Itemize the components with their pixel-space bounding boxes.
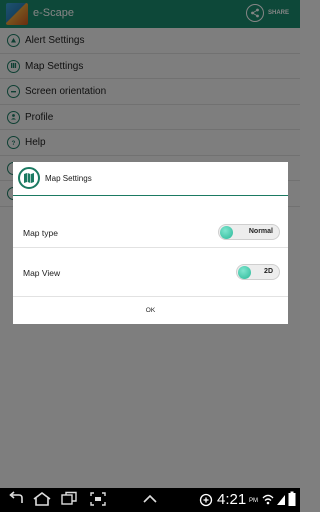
clock-ampm: PM [249,498,258,504]
screenshot-icon[interactable] [89,491,107,512]
battery-icon [288,491,296,512]
dialog-title: Map Settings [45,174,92,183]
map-icon [18,167,40,189]
chevron-up-icon[interactable] [142,491,158,512]
signal-icon [276,492,286,511]
recent-apps-icon[interactable] [60,491,78,512]
toggle-knob [220,226,233,239]
map-view-value: 2D [264,268,273,275]
map-type-value: Normal [248,228,273,235]
map-type-label: Map type [23,228,58,238]
clock-time: 4:21 [217,491,247,508]
home-icon[interactable] [32,491,52,512]
data-saver-icon [199,493,213,512]
map-view-label: Map View [23,268,61,278]
system-navigation-bar: 4:21 PM [0,488,300,512]
dialog-header: Map Settings [13,162,288,196]
map-type-row: Map type Normal [13,214,288,248]
map-settings-dialog: Map Settings Map type Normal Map View 2D… [13,162,288,324]
map-view-toggle[interactable]: 2D [236,264,280,280]
ok-button[interactable]: OK [13,297,288,324]
map-view-row: Map View 2D [13,254,288,290]
wifi-icon [262,492,274,511]
map-type-toggle[interactable]: Normal [218,224,280,240]
back-icon[interactable] [8,491,26,512]
toggle-knob [238,266,251,279]
